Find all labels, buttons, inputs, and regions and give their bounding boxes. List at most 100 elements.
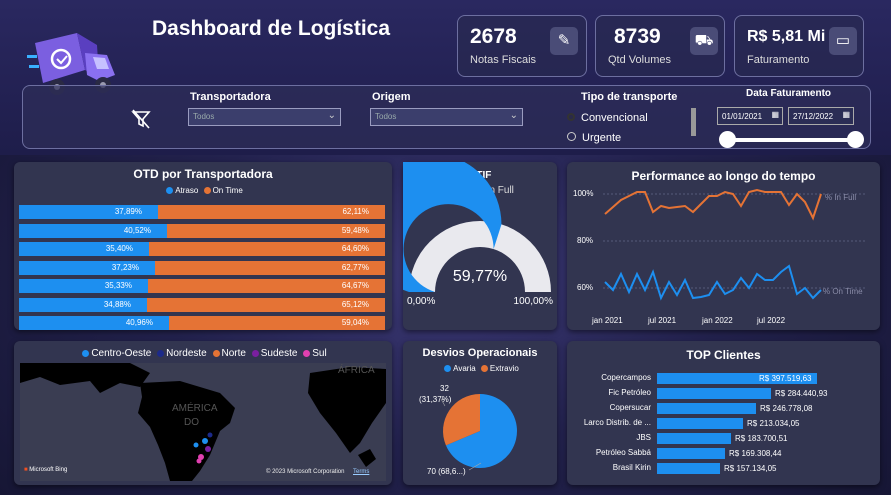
otif-max: 100,00% [513, 296, 553, 307]
date-end-input[interactable]: 27/12/2022 ▦ [788, 107, 854, 125]
otd-bar-ontime: 65,12% [147, 297, 385, 312]
cliente-bar [657, 388, 771, 399]
cliente-name: Fic Petróleo [608, 388, 651, 397]
radio-convencional[interactable]: Convencional [567, 112, 648, 124]
scrollbar[interactable] [691, 108, 696, 136]
series-label-in-full: % In Full [825, 193, 857, 202]
legend-label: Centro-Oeste [91, 348, 152, 359]
calendar-icon: ▦ [842, 110, 850, 119]
otd-row: 40,52% 59,48% [19, 223, 385, 238]
legend-centro-oeste-icon [82, 350, 90, 357]
invoice-icon: ✎ [550, 27, 578, 55]
y-tick: 80% [577, 236, 594, 245]
desvios-pie [440, 394, 517, 471]
world-map [20, 363, 386, 481]
otd-bar-atraso: 34,88% [19, 297, 147, 312]
cliente-name: Petróleo Sabbá [595, 448, 651, 457]
otd-title: OTD por Transportadora [133, 167, 273, 181]
clear-filter-icon[interactable] [130, 108, 152, 130]
cliente-value: R$ 397.519,63 [759, 374, 812, 383]
otd-panel: OTD por Transportadora Atraso On Time 37… [14, 162, 392, 330]
desvios-panel: Desvios Operacionais Avaria Extravio 32 … [403, 341, 557, 485]
map-legend: Centro-Oeste Nordeste Norte Sudeste Sul [14, 348, 392, 359]
chevron-down-icon: ⌄ [327, 110, 336, 121]
otd-bar-atraso: 40,96% [19, 316, 169, 330]
hand-truck-icon: ⛟ [690, 27, 718, 55]
map-copyright: © 2023 Microsoft Corporation [266, 469, 345, 475]
x-tick: jul 2021 [648, 316, 677, 325]
cliente-value: R$ 284.440,93 [775, 389, 828, 398]
date-slider-track[interactable] [726, 138, 856, 142]
otd-row: 35,40% 64,60% [19, 242, 385, 256]
cliente-bar [657, 433, 731, 444]
radio-label: Convencional [581, 112, 648, 124]
map-provider: Microsoft Bing [29, 467, 68, 473]
cliente-row: Larco Distrib. de ... R$ 213.034,05 [584, 418, 891, 429]
cliente-row: Brasil Kirin R$ 157.134,05 [591, 463, 891, 474]
otd-row: 37,89% 62,11% [19, 205, 385, 219]
cliente-value: R$ 157.134,05 [724, 464, 777, 473]
filter-transportadora-label: Transportadora [190, 91, 271, 103]
cliente-name: JBS [636, 433, 651, 442]
performance-chart [603, 188, 867, 301]
otd-bar-ontime: 64,67% [148, 279, 385, 293]
radio-urgente[interactable]: Urgente [567, 132, 621, 144]
map-label-africa: ÁFRICA [338, 365, 375, 376]
map-terms-link[interactable]: Terms [353, 469, 369, 475]
select-value: Todos [375, 112, 397, 121]
filter-origem-select[interactable]: Todos ⌄ [370, 108, 523, 126]
legend-label: Atraso [175, 186, 199, 195]
map-label-do: DO [184, 417, 199, 428]
y-tick: 60% [577, 283, 594, 292]
cash-icon: ▭ [829, 27, 857, 55]
cliente-bar [657, 463, 720, 474]
otd-bar-atraso: 37,89% [19, 205, 158, 219]
top-clientes-title: TOP Clientes [686, 348, 761, 362]
kpi-label: Faturamento [747, 54, 810, 66]
map-label-america: AMÉRICA [172, 403, 218, 414]
kpi-value: R$ 5,81 Mi [747, 28, 826, 45]
select-value: Todos [193, 112, 215, 121]
cliente-bar [657, 448, 725, 459]
otd-bar-ontime: 62,77% [155, 260, 385, 275]
otif-min: 0,00% [407, 296, 436, 307]
otif-value: 59,77% [452, 268, 508, 285]
date-slider-end-handle[interactable] [847, 131, 864, 148]
performance-panel: Performance ao longo do tempo 100% 80% 6… [567, 162, 880, 330]
date-start-input[interactable]: 01/01/2021 ▦ [717, 107, 783, 125]
date-end-value: 27/12/2022 [793, 112, 834, 121]
cliente-value: R$ 246.778,08 [760, 404, 813, 413]
otd-bar-ontime: 59,48% [167, 223, 385, 238]
pie-label-avaria: 70 (68,6...) [427, 467, 466, 476]
cliente-row: Copercampos R$ 397.519,63 [591, 373, 891, 384]
x-tick: jan 2021 [592, 316, 623, 325]
otd-row: 40,96% 59,04% [19, 316, 385, 330]
legend-nordeste-icon [157, 350, 165, 357]
cliente-name: Larco Distrib. de ... [583, 418, 651, 427]
pie-label-extravio: 32 [440, 384, 449, 393]
date-slider-start-handle[interactable] [719, 131, 736, 148]
kpi-value: 2678 [470, 25, 517, 48]
otd-row: 34,88% 65,12% [19, 297, 385, 312]
kpi-label: Notas Fiscais [470, 54, 537, 66]
otd-bar-atraso: 35,33% [19, 279, 148, 293]
kpi-card-notas-fiscais: 2678 Notas Fiscais ✎ [457, 15, 587, 77]
kpi-label: Qtd Volumes [608, 54, 671, 66]
otd-bar-ontime: 62,11% [158, 205, 385, 219]
cliente-name: Brasil Kirin [612, 463, 651, 472]
bing-logo: ■ Microsoft Bing [24, 467, 67, 473]
date-start-value: 01/01/2021 [722, 112, 763, 121]
radio-label: Urgente [582, 132, 622, 144]
filter-transportadora-select[interactable]: Todos ⌄ [188, 108, 341, 126]
radio-unselected-icon [567, 132, 576, 141]
chevron-down-icon: ⌄ [509, 110, 518, 121]
filter-tipo-label: Tipo de transporte [581, 91, 678, 103]
filter-origem-label: Origem [372, 91, 411, 103]
otd-bar-ontime: 64,60% [149, 242, 385, 256]
cliente-value: R$ 169.308,44 [729, 449, 782, 458]
legend-ontime-icon [203, 187, 211, 194]
calendar-icon: ▦ [771, 110, 779, 119]
map-canvas[interactable]: AMÉRICA DO ÁFRICA ■ Microsoft Bing © 202… [20, 363, 386, 481]
cliente-value: R$ 183.700,51 [735, 434, 788, 443]
otd-row: 37,23% 62,77% [19, 260, 385, 275]
